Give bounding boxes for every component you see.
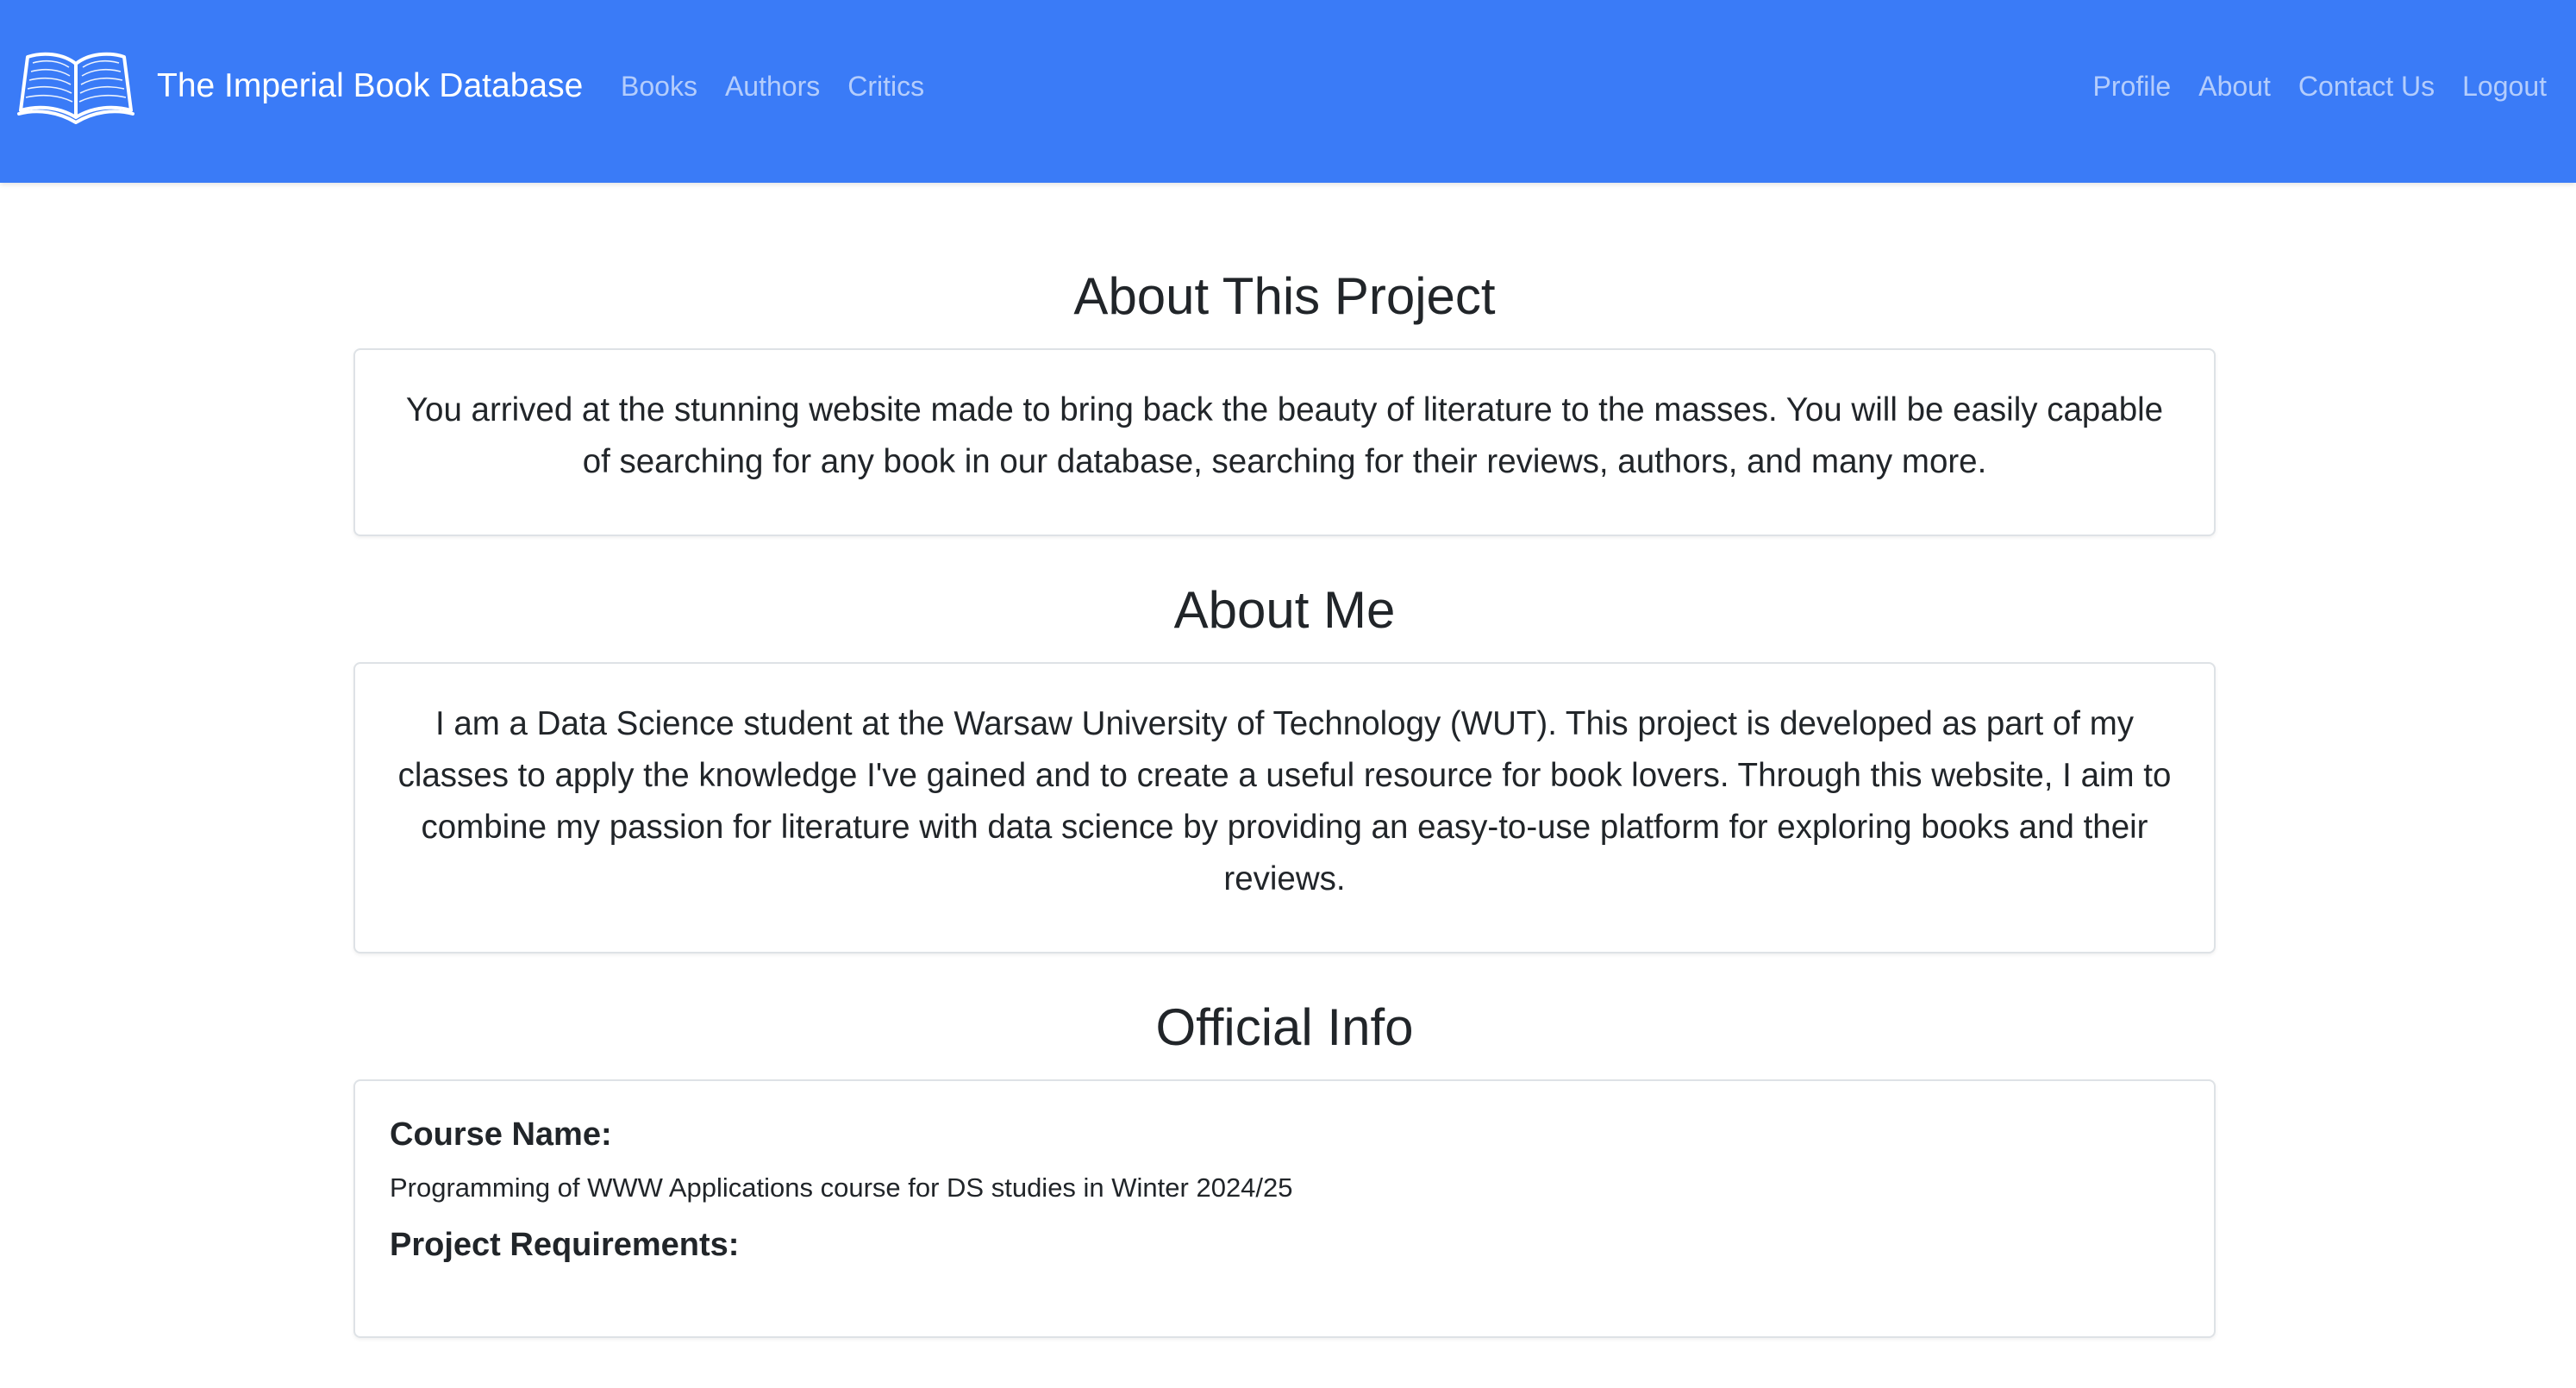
main-content: About This Project You arrived at the st… <box>353 183 2216 1338</box>
nav-contact-link[interactable]: Contact Us <box>2298 71 2435 103</box>
brand-link[interactable]: The Imperial Book Database <box>16 45 583 128</box>
official-info-heading: Official Info <box>1155 998 1414 1056</box>
nav-profile-link[interactable]: Profile <box>2093 71 2172 103</box>
about-project-text: You arrived at the stunning website made… <box>405 391 2164 480</box>
brand-title: The Imperial Book Database <box>157 67 584 104</box>
nav-authors-link[interactable]: Authors <box>725 71 820 103</box>
course-name-value: Programming of WWW Applications course f… <box>390 1172 1293 1203</box>
account-nav: Profile About Contact Us Logout <box>2079 62 2547 110</box>
nav-books-link[interactable]: Books <box>621 71 697 103</box>
course-name-label: Course Name: <box>390 1116 612 1153</box>
nav-about-link[interactable]: About <box>2198 71 2271 103</box>
nav-logout-link[interactable]: Logout <box>2462 71 2547 103</box>
about-project-heading: About This Project <box>1073 267 1496 325</box>
about-me-card: I am a Data Science student at the Warsa… <box>353 662 2216 953</box>
primary-nav: Books Authors Critics <box>621 62 938 110</box>
about-me-text: I am a Data Science student at the Warsa… <box>397 705 2172 897</box>
nav-critics-link[interactable]: Critics <box>847 71 924 103</box>
open-book-icon <box>17 52 134 124</box>
top-navbar: The Imperial Book Database Books Authors… <box>0 0 2576 183</box>
official-info-card: Course Name: Programming of WWW Applicat… <box>353 1079 2216 1338</box>
about-me-heading: About Me <box>1173 581 1396 639</box>
project-requirements-label: Project Requirements: <box>390 1227 740 1263</box>
about-project-card: You arrived at the stunning website made… <box>353 348 2216 536</box>
